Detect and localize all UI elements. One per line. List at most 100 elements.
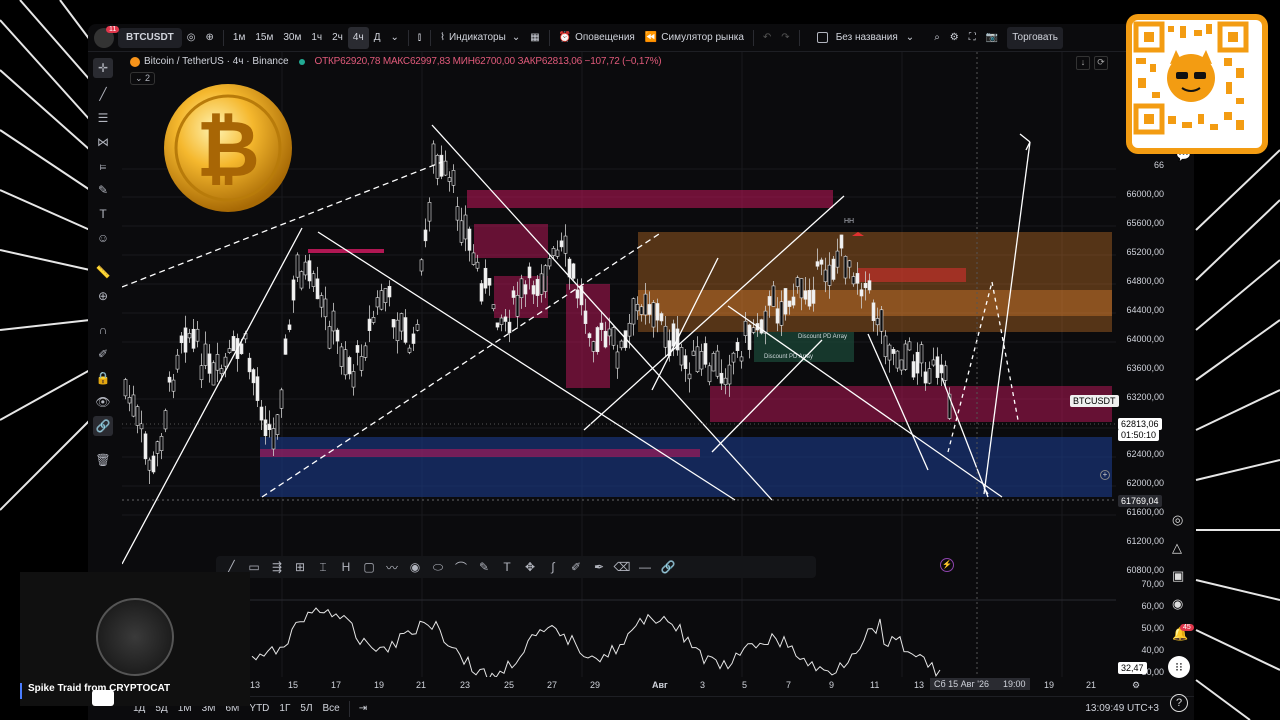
axis-settings-gear-icon[interactable]: ⚙ bbox=[1132, 680, 1140, 691]
timeframe-2h[interactable]: 2ч bbox=[327, 27, 348, 49]
horizontal-line-icon[interactable]: — bbox=[636, 558, 654, 576]
minimize-icon[interactable] bbox=[92, 690, 114, 706]
zoom-in-icon[interactable]: ⊕ bbox=[93, 286, 113, 306]
pattern-icon[interactable]: ⋈ bbox=[93, 132, 113, 152]
trendline-icon[interactable]: ╱ bbox=[93, 84, 113, 104]
settings-gear-icon[interactable]: ⚙ bbox=[945, 27, 964, 49]
help-icon[interactable]: ? bbox=[1170, 694, 1188, 712]
candle-body bbox=[735, 342, 740, 351]
timeframe-30m[interactable]: 30м bbox=[278, 27, 306, 49]
replay-button[interactable]: ⏪ Симулятор рынка bbox=[640, 27, 749, 49]
calendar-icon[interactable]: ▣ bbox=[1172, 568, 1184, 584]
legend-title[interactable]: Bitcoin / TetherUS · 4ч · Binance bbox=[144, 56, 289, 67]
range-5y[interactable]: 5Л bbox=[295, 698, 317, 720]
eraser-icon[interactable]: ⌫ bbox=[613, 558, 631, 576]
rsi-current-tag: 32,47 bbox=[1118, 662, 1147, 674]
camera-icon[interactable]: 📷 bbox=[981, 27, 1003, 49]
rsi-axis[interactable]: 70,00 60,00 50,00 40,00 30,00 32,47 bbox=[1116, 574, 1168, 677]
ruler-icon[interactable]: 📏 bbox=[93, 262, 113, 282]
candle-body bbox=[199, 365, 204, 381]
candle-body bbox=[879, 309, 884, 332]
trash-icon[interactable]: 🗑 bbox=[93, 450, 113, 470]
candles-icon[interactable]: ⫾ bbox=[413, 27, 426, 49]
candle-body bbox=[147, 459, 152, 471]
pen-icon[interactable]: ✒ bbox=[590, 558, 608, 576]
curve-icon[interactable]: ∫ bbox=[544, 558, 562, 576]
candle-body bbox=[519, 278, 524, 298]
pencil-lock-icon[interactable]: ✐ bbox=[93, 344, 113, 364]
range-icon[interactable]: ⌶ bbox=[314, 558, 332, 576]
quick-search-icon[interactable]: ⌕ bbox=[929, 27, 945, 49]
layouts-icon[interactable]: ▦ bbox=[525, 27, 544, 49]
ideas-icon[interactable]: △ bbox=[1172, 540, 1182, 556]
red-block[interactable] bbox=[858, 268, 966, 282]
timeframe-15m[interactable]: 15м bbox=[250, 27, 278, 49]
candle-body bbox=[371, 316, 376, 323]
brush-icon[interactable]: ✎ bbox=[475, 558, 493, 576]
apps-grid-icon[interactable]: ⁝⁝ bbox=[1168, 656, 1190, 678]
price-label-partial: 66 bbox=[1153, 160, 1164, 170]
fullscreen-icon[interactable]: ⛶ bbox=[964, 27, 981, 49]
timeframe-1m[interactable]: 1м bbox=[228, 27, 250, 49]
candle-body bbox=[155, 441, 160, 454]
crosshair-date: Сб 15 Авг '26 bbox=[934, 679, 989, 689]
target-icon[interactable]: ◎ bbox=[1172, 512, 1183, 528]
layout-name-button[interactable]: Без названия ⌄ bbox=[812, 27, 920, 49]
path-icon[interactable]: 〰 bbox=[383, 558, 401, 576]
candle-body bbox=[655, 303, 660, 321]
link-icon[interactable]: 🔗 bbox=[659, 558, 677, 576]
clock-label[interactable]: 13:09:49 UTC+3 bbox=[1080, 698, 1164, 720]
magenta-zone-top[interactable] bbox=[467, 190, 833, 208]
brush-icon[interactable]: ✎ bbox=[93, 180, 113, 200]
arrow-marker-icon[interactable]: ⇶ bbox=[268, 558, 286, 576]
add-alert-plus-icon[interactable]: + bbox=[1100, 470, 1110, 480]
legend-collapse-button[interactable]: ⌄ 2 bbox=[130, 72, 156, 85]
node-icon[interactable]: ✥ bbox=[521, 558, 539, 576]
fib-icon[interactable]: ☰ bbox=[93, 108, 113, 128]
timeframe-1d[interactable]: Д bbox=[369, 27, 386, 49]
redo-icon[interactable]: ↷ bbox=[776, 27, 794, 49]
undo-icon[interactable]: ↶ bbox=[758, 27, 776, 49]
trade-button[interactable]: Торговать bbox=[1007, 26, 1063, 49]
circle-icon[interactable]: ◉ bbox=[406, 558, 424, 576]
candle-body bbox=[231, 336, 236, 352]
candle-body bbox=[827, 264, 832, 286]
hv-line-icon[interactable]: H bbox=[337, 558, 355, 576]
alerts-button[interactable]: ⏰ Оповещения bbox=[554, 27, 640, 49]
rectangle-icon[interactable]: ▢ bbox=[360, 558, 378, 576]
chevron-down-icon[interactable]: ⌄ bbox=[385, 27, 403, 49]
flash-icon[interactable]: ⚡ bbox=[940, 558, 954, 572]
lock-icon[interactable]: 🔒 bbox=[93, 368, 113, 388]
arc-icon[interactable]: ⌒ bbox=[452, 558, 470, 576]
time-label: 21 bbox=[416, 680, 427, 690]
emoji-icon[interactable]: ☺ bbox=[93, 228, 113, 248]
broadcast-icon[interactable]: ◉ bbox=[1172, 596, 1183, 612]
replay-label: Симулятор рынка bbox=[661, 32, 744, 43]
ellipse-icon[interactable]: ⬭ bbox=[429, 558, 447, 576]
symbol-price-tag: BTCUSDT bbox=[1070, 395, 1119, 407]
eye-icon[interactable]: 👁 bbox=[93, 392, 113, 412]
candle-body bbox=[707, 365, 712, 383]
add-symbol-icon[interactable]: ⊕ bbox=[201, 27, 219, 49]
timeframe-1h[interactable]: 1ч bbox=[306, 27, 327, 49]
text-icon[interactable]: T bbox=[498, 558, 516, 576]
symbol-search-button[interactable]: BTCUSDT bbox=[118, 27, 182, 48]
projection-icon[interactable]: ⊞ bbox=[291, 558, 309, 576]
timeframe-4h[interactable]: 4ч bbox=[347, 26, 369, 49]
auto-scale-icon[interactable]: ⟳ bbox=[1094, 56, 1108, 70]
forecast-icon[interactable]: ⫢ bbox=[93, 156, 113, 176]
range-all[interactable]: Все bbox=[318, 698, 345, 720]
indicators-button[interactable]: ⌇ Индикаторы ⌄ bbox=[435, 27, 525, 49]
candle-body bbox=[787, 300, 792, 307]
time-axis[interactable]: 13 15 17 19 21 23 25 27 29 Авг 3 5 7 9 1… bbox=[88, 677, 1194, 693]
crosshair-icon[interactable]: ✛ bbox=[93, 58, 113, 78]
text-icon[interactable]: T bbox=[93, 204, 113, 224]
range-1y[interactable]: 1Г bbox=[274, 698, 295, 720]
compare-icon[interactable]: ◎ bbox=[182, 27, 201, 49]
go-to-date-icon[interactable]: ⇥ bbox=[354, 698, 372, 720]
highlighter-icon[interactable]: ✐ bbox=[567, 558, 585, 576]
link-icon[interactable]: 🔗 bbox=[93, 416, 113, 436]
magnet-icon[interactable]: ∩ bbox=[93, 320, 113, 340]
scroll-down-icon[interactable]: ↓ bbox=[1076, 56, 1090, 70]
magenta-zone[interactable] bbox=[710, 386, 1112, 422]
